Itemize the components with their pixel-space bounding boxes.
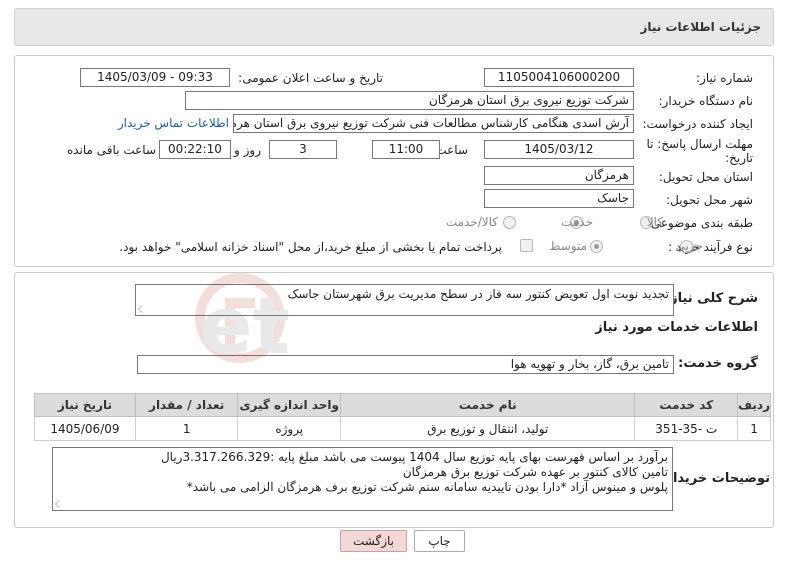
deadline-time-field: 11:00 [372,140,440,159]
service-group-field: تامین برق، گاز، بخار و تهویه هوا [137,355,674,374]
remaining-label: ساعت باقی مانده [66,143,156,157]
page-title: جزئیات اطلاعات نیاز [640,20,761,34]
province-field: هرمزگان [484,166,634,185]
col-header-name: نام خدمت [340,393,636,417]
col-header-date: تاریخ نیاز [34,393,136,417]
need-number-label: شماره نیاز: [696,71,753,85]
table-row: 1 ت -35-351 تولید، انتقال و توزیع برق پر… [34,416,771,441]
deadline-time-label: ساعت [435,143,468,157]
cell-code: ت -35-351 [634,416,739,441]
services-table: ردیف کد خدمت نام خدمت واحد اندازه گیری ت… [34,393,771,441]
treasury-payment-checkbox[interactable] [520,239,533,252]
category-option-service: خدمت [561,215,593,229]
deadline-date-field: 1405/03/12 [484,140,634,159]
category-option-goods: کالا [646,215,663,229]
cell-qty: 1 [134,416,239,441]
announce-label: تاریخ و ساعت اعلان عمومی: [238,71,383,85]
category-option-goods-service: کالا/خدمت [445,215,498,229]
buyer-notes-label: توضیحات خریدار: [660,471,770,486]
process-option-minor: جزیی [675,239,703,253]
category-radio-goods-service[interactable] [503,216,516,229]
summary-text: تجدید نوبت اول تعویض کنتور سه فاز در سطح… [287,287,669,301]
days-label: روز و [234,143,261,157]
col-header-unit: واحد اندازه گیری [237,393,342,417]
cell-name: تولید، انتقال و توزیع برق [340,416,636,441]
summary-label: شرح کلی نیاز: [664,291,758,306]
buyer-contact-link[interactable]: اطلاعات تماس خریدار [118,116,229,130]
buyer-notes-line-1: برآورد بر اساس فهرست بهای پایه توزیع سال… [160,450,668,464]
announce-datetime-field: 1405/03/09 - 09:33 [80,68,230,87]
back-button[interactable]: بازگشت [340,530,407,552]
deadline-date-label: تاریخ: [725,151,753,165]
col-header-code: کد خدمت [634,393,739,417]
services-section-title: اطلاعات خدمات مورد نیاز [595,320,758,335]
col-header-qty: تعداد / مقدار [134,393,239,417]
resize-handle-icon[interactable] [55,500,63,508]
requester-field: آرش اسدی هنگامی کارشناس مطالعات فنی شرکت… [233,114,634,133]
cell-unit: پروژه [237,416,342,441]
province-label: استان محل تحویل: [658,170,753,184]
resize-handle-icon[interactable] [138,305,146,313]
buyer-org-field: شرکت توزیع نیروی برق استان هرمزگان [185,91,634,110]
print-button[interactable]: چاپ [414,530,465,552]
remaining-days-field: 3 [269,140,337,159]
buyer-notes-textarea[interactable]: برآورد بر اساس فهرست بهای پایه توزیع سال… [52,447,673,511]
process-radio-medium[interactable] [590,240,603,253]
process-option-medium: متوسط [549,239,587,253]
cell-row: 1 [737,416,771,441]
services-table-header: ردیف کد خدمت نام خدمت واحد اندازه گیری ت… [34,393,771,417]
summary-textarea[interactable]: تجدید نوبت اول تعویض کنتور سه فاز در سطح… [135,284,674,316]
buyer-org-label: نام دستگاه خریدار: [658,94,754,108]
page-header: جزئیات اطلاعات نیاز [14,8,774,46]
city-label: شهر محل تحویل: [666,193,753,207]
requester-label: ایجاد کننده درخواست: [642,117,753,131]
need-number-field: 1105004106000200 [484,68,634,87]
city-field: جاسک [484,189,634,208]
treasury-payment-note: پرداخت تمام یا بخشی از مبلغ خرید،از محل … [119,240,502,254]
buyer-notes-line-2: تامین کالای کنتور بر عهده شرکت توزیع برق… [402,465,668,479]
buyer-notes-line-3: پلوس و مینوس آزاد *دارا بودن تاییدیه سام… [186,480,668,494]
remaining-time-field: 00:22:10 [159,140,231,159]
col-header-row: ردیف [737,393,771,417]
service-group-label: گروه خدمت: [678,356,758,371]
cell-date: 1405/06/09 [34,416,136,441]
deadline-label: مهلت ارسال پاسخ: تا [646,137,753,151]
